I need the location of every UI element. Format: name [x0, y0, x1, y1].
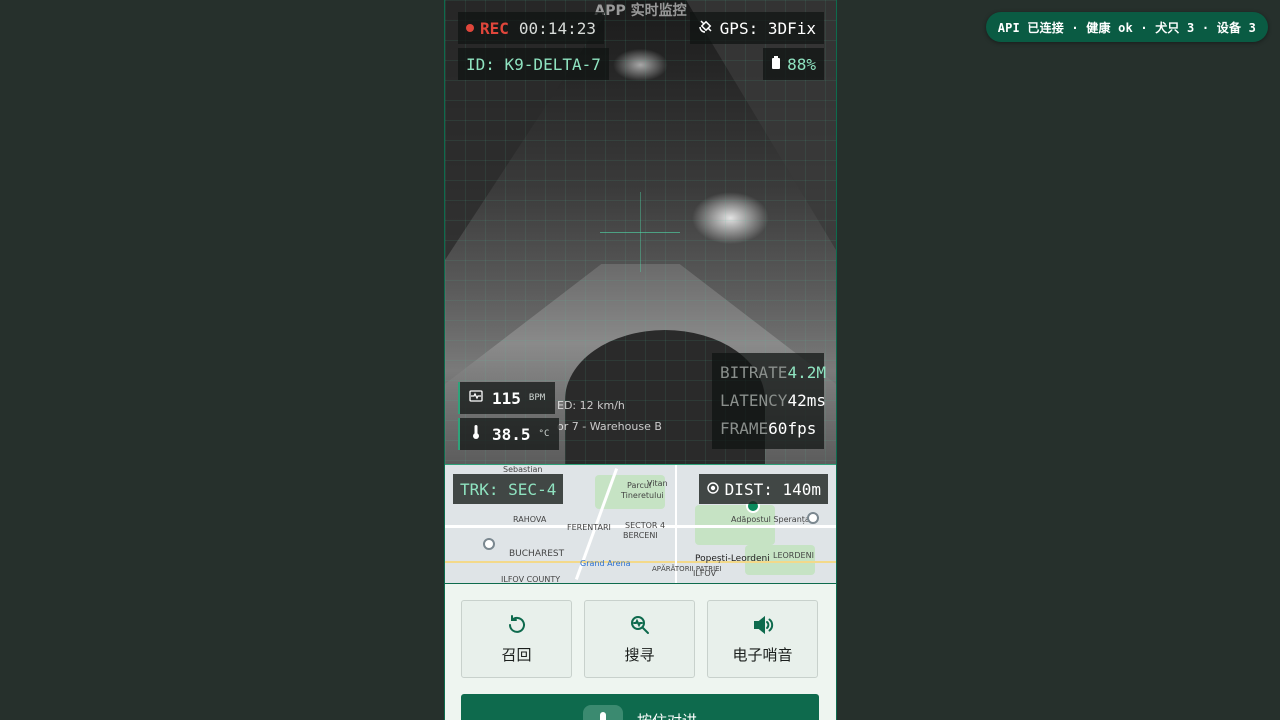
phone-frame: APP 实时监控 ED: 12 km/h or 7 - Warehouse B …: [444, 0, 837, 720]
heart-rate-readout: 115 BPM: [458, 382, 556, 414]
battery-icon: [771, 55, 781, 74]
map-label: ILFOV: [693, 569, 717, 578]
thermometer-icon: [468, 424, 484, 444]
track-badge: TRK: SEC-4: [453, 474, 564, 504]
stat-frame: FRAME 60fps: [720, 415, 824, 443]
map-label: Tineretului: [621, 491, 664, 500]
map-label: Sebastian: [503, 465, 543, 474]
map-label: ILFOV COUNTY: [501, 575, 561, 584]
map-label: LEORDENI: [773, 551, 814, 560]
push-to-talk-button[interactable]: 按住对讲: [461, 694, 819, 720]
stream-stats-panel: BITRATE 4.2M LATENCY 42ms FRAME 60fps: [712, 353, 826, 449]
stat-value: 4.2M: [787, 363, 826, 382]
stat-value: 42ms: [787, 391, 826, 410]
stat-value: 60fps: [768, 419, 817, 438]
temperature-value: 38.5: [492, 424, 531, 444]
stat-label: FRAME: [720, 419, 769, 438]
stat-label: LATENCY: [720, 391, 788, 410]
map-road: [445, 561, 836, 563]
distance-value: DIST: 140m: [724, 479, 821, 499]
whistle-button[interactable]: 电子哨音: [707, 600, 818, 678]
satellite-icon: [698, 18, 714, 38]
recall-button[interactable]: 召回: [461, 600, 572, 678]
heart-rate-icon: [468, 388, 484, 408]
heart-rate-unit: BPM: [528, 393, 546, 403]
gps-status: GPS: 3DFix: [689, 12, 824, 44]
tracking-map[interactable]: Sebastian Parcul Tineretului Vitan RAHOV…: [445, 464, 836, 584]
map-label: Vitan: [647, 479, 668, 488]
stat-label: BITRATE: [720, 363, 788, 382]
map-label: RAHOVA: [513, 515, 547, 524]
push-to-talk-label: 按住对讲: [637, 710, 697, 720]
recall-label: 召回: [501, 645, 532, 664]
map-marker-icon[interactable]: [807, 512, 819, 524]
handler-location-pin-icon[interactable]: [483, 538, 495, 550]
speaker-icon: [752, 614, 774, 640]
map-label: SECTOR 4: [625, 521, 666, 530]
temperature-unit: °C: [538, 429, 550, 439]
track-id: TRK: SEC-4: [460, 479, 557, 499]
gps-label: GPS: 3DFix: [719, 18, 816, 38]
rec-label: REC: [480, 18, 509, 38]
search-icon: [629, 614, 651, 640]
dog-id-badge: ID: K9-DELTA-7: [458, 48, 609, 80]
map-label: Grand Arena: [580, 559, 631, 568]
whistle-label: 电子哨音: [732, 645, 793, 664]
record-dot-icon: [466, 24, 474, 32]
search-button[interactable]: 搜寻: [584, 600, 695, 678]
crosshair: [640, 192, 641, 272]
stat-latency: LATENCY 42ms: [720, 387, 826, 415]
search-label: 搜寻: [624, 645, 655, 664]
video-speed-text: ED: 12 km/h: [557, 399, 625, 412]
api-status-badge: API 已连接 · 健康 ok · 犬只 3 · 设备 3: [985, 12, 1268, 42]
recording-indicator: REC 00:14:23: [458, 12, 604, 44]
map-label: BERCENI: [623, 531, 658, 540]
recording-timer: 00:14:23: [518, 18, 596, 38]
target-icon: [706, 480, 720, 499]
battery-level: 88%: [787, 54, 816, 74]
control-buttons: 召回 搜寻 电子哨音: [461, 600, 818, 678]
map-label: FERENTARI: [567, 523, 611, 532]
dog-id: ID: K9-DELTA-7: [466, 54, 601, 74]
map-label: BUCHAREST: [509, 549, 565, 559]
live-video-feed[interactable]: APP 实时监控 ED: 12 km/h or 7 - Warehouse B …: [445, 0, 836, 464]
map-label: Popești-Leordeni: [695, 554, 770, 564]
video-location-text: or 7 - Warehouse B: [557, 420, 662, 433]
battery-status: 88%: [763, 48, 824, 80]
api-status-text: API 已连接 · 健康 ok · 犬只 3 · 设备 3: [997, 20, 1256, 35]
temperature-readout: 38.5 °C: [458, 418, 560, 450]
map-label: Adăpostul Speranța: [731, 515, 810, 524]
heart-rate-value: 115: [492, 388, 521, 408]
stat-bitrate: BITRATE 4.2M: [720, 359, 826, 387]
recall-icon: [506, 614, 528, 640]
distance-badge: DIST: 140m: [698, 474, 828, 504]
microphone-icon: [582, 705, 623, 720]
